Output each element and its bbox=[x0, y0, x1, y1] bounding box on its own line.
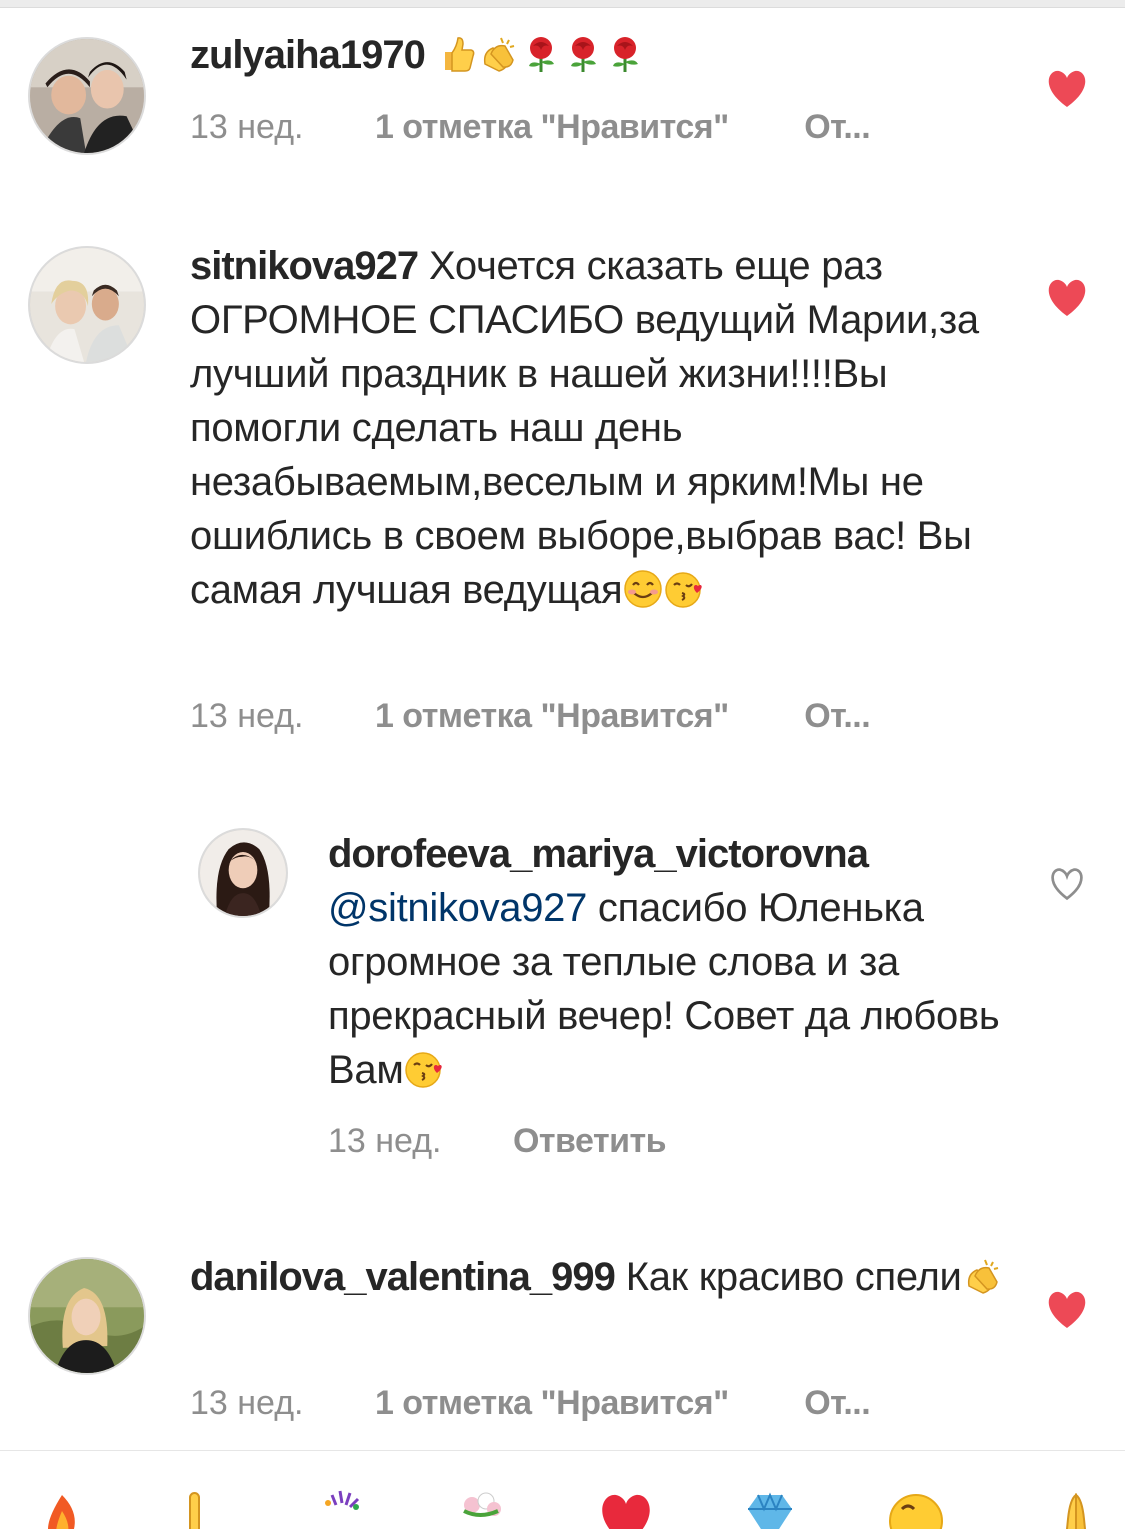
comment-text: Как красиво спели bbox=[625, 1255, 962, 1299]
reply-button[interactable]: От... bbox=[804, 108, 870, 147]
grinning-face-emoji[interactable] bbox=[886, 1489, 946, 1529]
comment-text: Хочется сказать еще раз ОГРОМНОЕ СПАСИБО… bbox=[190, 244, 979, 612]
comment-username[interactable]: danilova_valentina_999 bbox=[190, 1255, 616, 1299]
comment-time: 13 нед. bbox=[328, 1122, 442, 1160]
clapping-hands-emoji bbox=[962, 1256, 1004, 1296]
avatar[interactable] bbox=[28, 246, 146, 364]
heart-icon[interactable] bbox=[1045, 278, 1089, 318]
like-count-link[interactable]: 1 отметка "Нравится" bbox=[375, 108, 729, 147]
rose-emoji bbox=[520, 34, 562, 74]
kissing-face-emoji bbox=[664, 569, 706, 609]
red-heart-emoji[interactable] bbox=[596, 1489, 656, 1529]
comment-time: 13 нед. bbox=[190, 1384, 304, 1422]
comment-username[interactable]: sitnikova927 bbox=[190, 244, 419, 288]
party-popper-emoji[interactable] bbox=[310, 1489, 370, 1529]
rose-emoji bbox=[562, 34, 604, 74]
reply-button[interactable]: От... bbox=[804, 1384, 870, 1423]
comment-username[interactable]: dorofeeva_mariya_victorovna bbox=[328, 832, 869, 876]
thumbs-up-emoji bbox=[436, 34, 478, 74]
avatar[interactable] bbox=[28, 37, 146, 155]
heart-icon[interactable] bbox=[1045, 69, 1089, 109]
rose-emoji bbox=[604, 34, 646, 74]
quick-reaction-bar bbox=[0, 1450, 1125, 1529]
comment-username[interactable]: zulyaiha1970 bbox=[190, 33, 426, 77]
avatar[interactable] bbox=[198, 828, 288, 918]
avatar[interactable] bbox=[28, 1257, 146, 1375]
folded-hands-emoji[interactable] bbox=[1046, 1489, 1106, 1529]
reply-button[interactable]: От... bbox=[804, 697, 870, 736]
bouquet-emoji[interactable] bbox=[450, 1489, 510, 1529]
clapping-hands-emoji bbox=[478, 34, 520, 74]
reply-button[interactable]: Ответить bbox=[513, 1122, 667, 1161]
comment-time: 13 нед. bbox=[190, 108, 304, 146]
smiling-face-emoji bbox=[622, 569, 664, 609]
raised-hand-emoji[interactable] bbox=[166, 1489, 226, 1529]
kissing-face-emoji bbox=[404, 1049, 446, 1089]
like-count-link[interactable]: 1 отметка "Нравится" bbox=[375, 1384, 729, 1423]
gem-emoji[interactable] bbox=[740, 1489, 800, 1529]
comment-time: 13 нед. bbox=[190, 697, 304, 735]
heart-icon[interactable] bbox=[1045, 1290, 1089, 1330]
top-divider bbox=[0, 0, 1125, 8]
mention-link[interactable]: @sitnikova927 bbox=[328, 886, 587, 930]
heart-outline-icon[interactable] bbox=[1047, 866, 1087, 902]
fire-emoji[interactable] bbox=[32, 1489, 92, 1529]
like-count-link[interactable]: 1 отметка "Нравится" bbox=[375, 697, 729, 736]
